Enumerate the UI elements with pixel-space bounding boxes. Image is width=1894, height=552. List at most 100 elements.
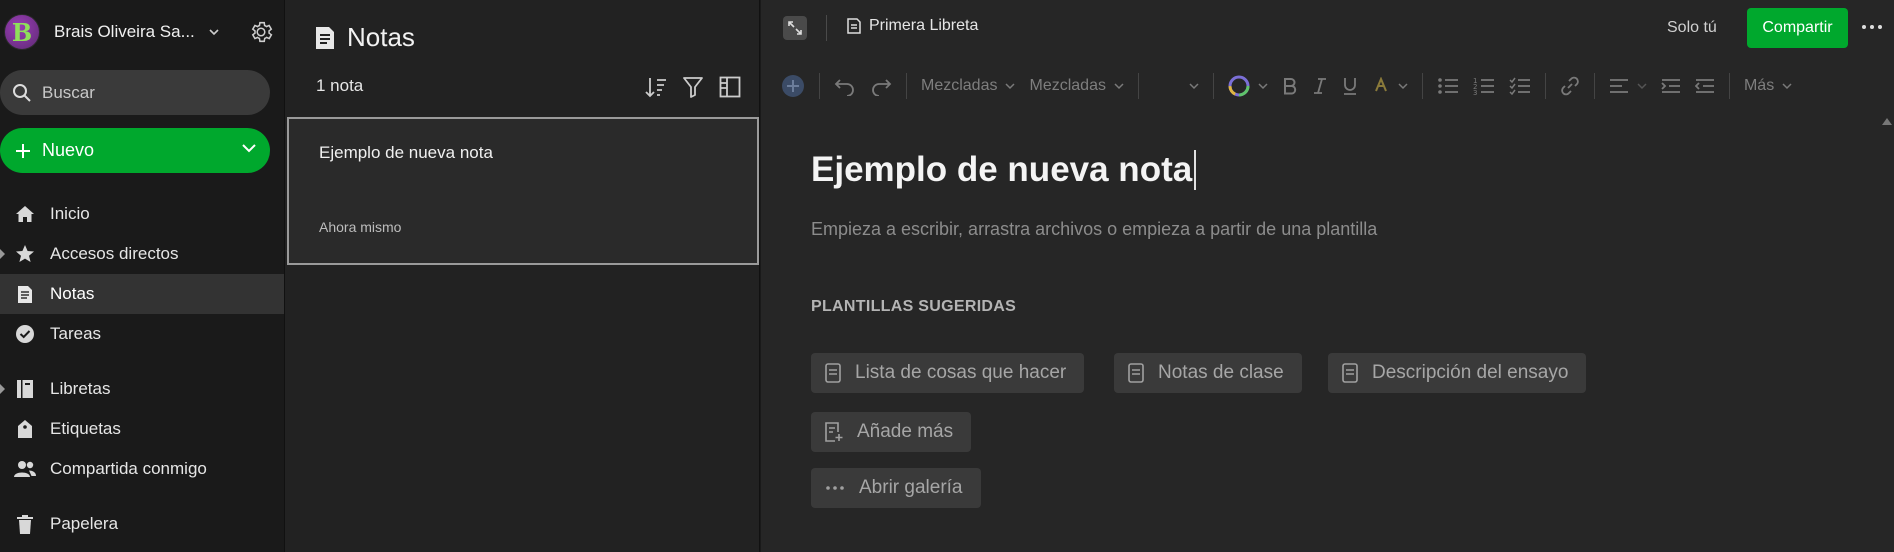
chevron-down-icon [1637,82,1647,90]
divider [1728,73,1730,99]
note-icon [315,26,335,50]
indent-icon[interactable] [1661,70,1681,102]
open-gallery-button[interactable]: Abrir galería [811,468,981,508]
expand-caret-icon[interactable] [0,249,5,259]
sidebar-item-label: Papelera [50,514,119,533]
sidebar-item-libretas[interactable]: Libretas [0,369,284,409]
template-icon [825,363,841,383]
template-icon [1342,363,1358,383]
template-class-notes[interactable]: Notas de clase [1114,353,1302,393]
sidebar-item-label: Notas [50,284,95,303]
home-icon [14,205,36,223]
sidebar-item-papelera[interactable]: Papelera [0,504,284,544]
template-icon [1128,363,1144,383]
sidebar-item-compartida-conmigo[interactable]: Compartida conmigo [0,449,284,489]
note-title-text: Ejemplo de nueva nota [811,150,1193,189]
search-bar[interactable] [0,70,270,115]
font-family-select[interactable]: Mezcladas [921,70,1016,102]
divider [819,73,820,99]
check-circle-icon [14,324,36,344]
template-essay-outline[interactable]: Descripción del ensayo [1328,353,1587,393]
outdent-icon[interactable] [1694,70,1715,102]
more-options-icon[interactable] [1861,16,1883,38]
sidebar-item-label: Compartida conmigo [50,459,207,478]
svg-text:3: 3 [1473,89,1477,95]
highlight-icon[interactable] [1372,70,1408,102]
sidebar-item-label: Accesos directos [50,244,179,263]
new-note-button[interactable]: Nuevo [0,128,270,173]
link-icon[interactable] [1560,70,1580,102]
filter-icon[interactable] [683,76,703,98]
sidebar-item-label: Etiquetas [50,419,121,438]
insert-icon[interactable] [781,70,805,102]
templates-heading: PLANTILLAS SUGERIDAS [811,298,1017,315]
sort-icon[interactable] [645,76,667,98]
more-formatting-button[interactable]: Más [1744,70,1792,102]
share-scope[interactable]: Solo tú [1667,19,1717,37]
people-icon [14,460,36,478]
view-layout-icon[interactable] [719,76,741,98]
template-label: Añade más [857,421,954,442]
gear-icon[interactable] [248,19,274,45]
account-name[interactable]: Brais Oliveira Sa... [54,22,195,42]
font-size-value: Mezcladas [1029,77,1106,94]
redo-icon[interactable] [870,70,892,102]
template-label: Lista de cosas que hacer [855,362,1067,383]
chevron-down-icon[interactable] [209,28,219,36]
chevron-down-icon [1782,82,1792,90]
divider [1212,73,1214,99]
template-label: Abrir galería [859,477,963,498]
note-list-header: Notas [315,22,415,53]
template-label: Descripción del ensayo [1372,362,1569,383]
bold-icon[interactable] [1282,70,1298,102]
template-add-more[interactable]: Añade más [811,412,972,452]
add-template-icon [825,422,843,442]
font-size-select[interactable]: Mezcladas [1029,70,1124,102]
avatar[interactable]: B [4,14,40,50]
template-todo-list[interactable]: Lista de cosas que hacer [811,353,1085,393]
divider [1544,73,1546,99]
note-item-date: Ahora mismo [319,219,402,235]
divider [906,73,907,99]
italic-icon[interactable] [1312,70,1328,102]
editor-topbar: Primera Libreta Solo tú Compartir [761,0,1894,56]
scrollbar-up-arrow[interactable] [1882,118,1892,125]
text-cursor [1194,150,1197,190]
heading-style-select[interactable] [1153,70,1199,102]
account-switcher[interactable]: B Brais Oliveira Sa... [4,12,224,52]
sidebar-item-etiquetas[interactable]: Etiquetas [0,409,284,449]
note-list-item[interactable]: Ejemplo de nueva nota Ahora mismo [287,117,759,265]
chevron-down-icon [1258,82,1268,90]
expand-icon[interactable] [783,16,807,40]
bullet-list-icon[interactable] [1437,70,1459,102]
undo-icon[interactable] [834,70,856,102]
checklist-icon[interactable] [1509,70,1531,102]
sidebar-item-tareas[interactable]: Tareas [0,314,284,354]
chevron-down-icon[interactable] [242,143,256,153]
sidebar-item-inicio[interactable]: Inicio [0,194,284,234]
page-title: Notas [347,22,415,52]
sidebar-item-label: Tareas [50,324,102,343]
notebook-icon [847,18,861,34]
underline-icon[interactable] [1342,70,1358,102]
search-icon [12,83,32,103]
notebook-selector[interactable]: Primera Libreta [847,17,978,35]
numbered-list-icon[interactable]: 123 [1473,70,1495,102]
sidebar-item-notas[interactable]: Notas [0,274,284,314]
align-icon[interactable] [1609,70,1647,102]
notebook-name: Primera Libreta [869,17,979,34]
expand-caret-icon[interactable] [0,384,5,394]
sidebar-item-label: Libretas [50,379,111,398]
note-count: 1 nota [316,76,364,95]
note-body-placeholder[interactable]: Empieza a escribir, arrastra archivos o … [811,219,1377,240]
text-color-select[interactable] [1228,70,1268,102]
note-title[interactable]: Ejemplo de nueva nota [811,150,1197,190]
divider [1421,73,1423,99]
share-button[interactable]: Compartir [1747,8,1848,48]
note-editor: Primera Libreta Solo tú Compartir Mezcla… [761,0,1894,552]
more-dots-icon [825,485,845,491]
sidebar-item-accesos-directos[interactable]: Accesos directos [0,234,284,274]
font-family-value: Mezcladas [921,77,998,94]
star-icon [14,244,36,264]
search-input[interactable] [42,82,242,103]
